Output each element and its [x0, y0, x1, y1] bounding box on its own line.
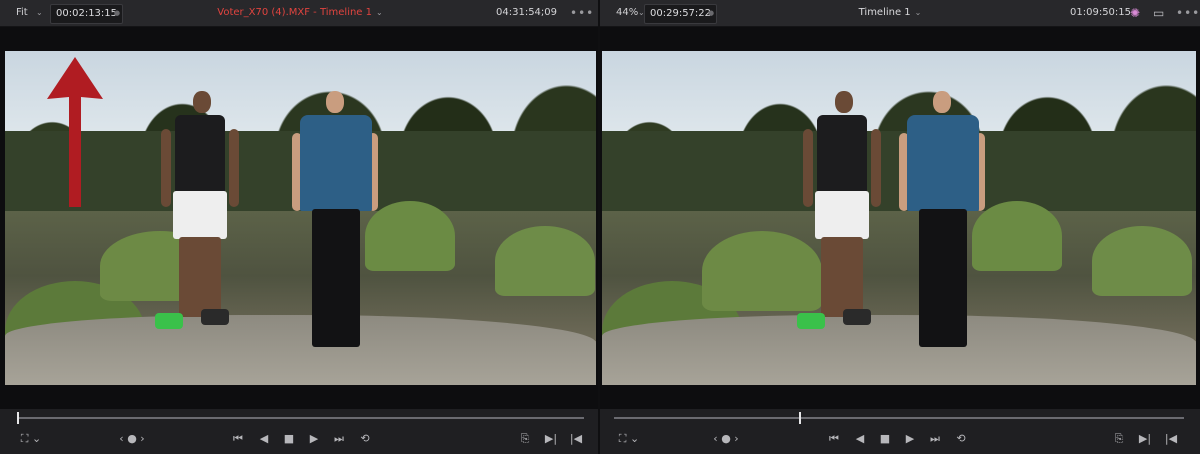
- zoom-label: 44%: [616, 7, 639, 18]
- timeline-viewer: 44% ⌄ 00:29:57:22 ● Timeline 1 ⌄ 01:09:50…: [600, 0, 1200, 454]
- next-marker-icon[interactable]: ▶|: [1134, 431, 1156, 447]
- zoom-dropdown[interactable]: 44% ⌄: [606, 0, 648, 26]
- person-right: [290, 91, 380, 351]
- timeline-viewer-header: 44% ⌄ 00:29:57:22 ● Timeline 1 ⌄ 01:09:50…: [600, 0, 1200, 27]
- skip-to-start-icon[interactable]: ⏮: [228, 431, 248, 447]
- ellipsis-icon[interactable]: •••: [570, 0, 594, 26]
- scrubber[interactable]: [614, 417, 1184, 419]
- clip-title-dropdown[interactable]: Voter_X70 (4).MXF - Timeline 1 ⌄: [180, 0, 420, 26]
- chevron-down-icon: ⌄: [36, 8, 43, 17]
- stop-icon[interactable]: ■: [279, 431, 299, 447]
- source-transport-bar: ⛶ ⌄ ‹ ● › ⏮ ◀ ■ ▶ ⏭ ⟲ ⎘ ▶| |◀: [0, 409, 598, 454]
- frame-icon[interactable]: ⛶ ⌄: [612, 431, 646, 447]
- video-frame[interactable]: [602, 51, 1196, 385]
- single-viewer-icon[interactable]: ▭: [1153, 0, 1164, 26]
- previous-marker-icon[interactable]: |◀: [1160, 431, 1182, 447]
- match-frame-icon[interactable]: ⎘: [514, 431, 536, 447]
- source-viewer: Fit ⌄ 00:02:13:15 ● Voter_X70 (4).MXF - …: [0, 0, 598, 454]
- zoom-label: Fit: [16, 7, 28, 18]
- viewer-canvas: [600, 27, 1200, 409]
- chevron-down-icon: ⌄: [376, 8, 383, 17]
- zoom-dropdown[interactable]: Fit ⌄: [6, 0, 48, 26]
- status-dot-icon: ●: [708, 9, 715, 17]
- next-marker-icon[interactable]: ▶|: [540, 431, 562, 447]
- skip-to-start-icon[interactable]: ⏮: [824, 431, 844, 447]
- up-arrow-annotation: [47, 57, 103, 207]
- chevron-down-icon: ⌄: [914, 8, 922, 17]
- clip-nav[interactable]: ‹ ● ›: [708, 431, 744, 447]
- step-back-icon[interactable]: ◀: [254, 431, 274, 447]
- timeline-transport-bar: ⛶ ⌄ ‹ ● › ⏮ ◀ ■ ▶ ⏭ ⟲ ⎘ ▶| |◀: [600, 409, 1200, 454]
- loop-icon[interactable]: ⟲: [950, 431, 972, 447]
- person-left: [797, 91, 887, 351]
- grass-clump: [1092, 226, 1192, 296]
- color-wheel-icon[interactable]: ✺: [1130, 0, 1140, 26]
- record-timecode: 01:09:50:15: [1070, 7, 1132, 18]
- skip-to-end-icon[interactable]: ⏭: [924, 431, 946, 447]
- loop-icon[interactable]: ⟲: [354, 431, 376, 447]
- playhead[interactable]: [17, 412, 19, 424]
- timeline-timecode[interactable]: 00:29:57:22: [644, 4, 718, 24]
- skip-to-end-icon[interactable]: ⏭: [328, 431, 350, 447]
- status-dot-icon: ●: [114, 9, 121, 17]
- scrubber[interactable]: [18, 417, 584, 419]
- source-timecode[interactable]: 00:02:13:15: [50, 4, 124, 24]
- person-left: [155, 91, 245, 351]
- timeline-title-dropdown[interactable]: Timeline 1 ⌄: [830, 0, 950, 26]
- grass-clump: [495, 226, 595, 296]
- previous-marker-icon[interactable]: |◀: [565, 431, 587, 447]
- play-icon[interactable]: ▶: [900, 431, 920, 447]
- source-viewer-header: Fit ⌄ 00:02:13:15 ● Voter_X70 (4).MXF - …: [0, 0, 598, 27]
- stop-icon[interactable]: ■: [875, 431, 895, 447]
- timeline-title: Timeline 1: [858, 7, 911, 18]
- viewer-canvas: [0, 27, 598, 409]
- ellipsis-icon[interactable]: •••: [1176, 0, 1200, 26]
- frame-icon[interactable]: ⛶ ⌄: [14, 431, 48, 447]
- step-back-icon[interactable]: ◀: [850, 431, 870, 447]
- person-right: [897, 91, 987, 351]
- record-timecode: 04:31:54;09: [496, 7, 558, 18]
- playhead[interactable]: [799, 412, 801, 424]
- clip-title: Voter_X70 (4).MXF - Timeline 1: [217, 7, 373, 18]
- clip-nav[interactable]: ‹ ● ›: [114, 431, 150, 447]
- match-frame-icon[interactable]: ⎘: [1108, 431, 1130, 447]
- play-icon[interactable]: ▶: [304, 431, 324, 447]
